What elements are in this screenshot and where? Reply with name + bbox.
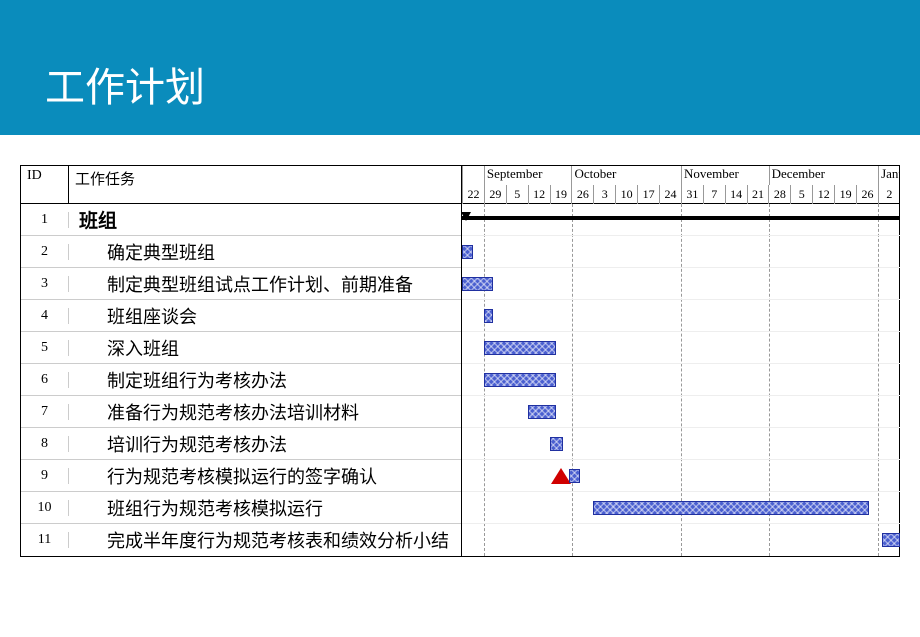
task-bar [462,277,493,291]
task-name: 确定典型班组 [69,239,461,265]
gantt-row [462,300,900,332]
task-bar [593,501,869,515]
col-id: ID [21,166,69,203]
task-id: 2 [21,244,69,260]
task-id: 5 [21,340,69,356]
table-row: 3制定典型班组试点工作计划、前期准备 [21,268,461,300]
week-label: 10 [615,185,637,204]
gantt-row [462,236,900,268]
gantt-row [462,204,900,236]
week-label: 2 [878,185,900,204]
table-row: 5深入班组 [21,332,461,364]
page-header: 工作计划 [0,0,920,135]
task-name: 行为规范考核模拟运行的签字确认 [69,463,461,489]
table-row: 8培训行为规范考核办法 [21,428,461,460]
task-name: 培训行为规范考核办法 [69,431,461,457]
gantt-row [462,268,900,300]
task-bar [528,405,556,419]
task-name: 深入班组 [69,335,461,361]
table-row: 1班组 [21,204,461,236]
table-header: ID 工作任务 [21,166,461,204]
gantt-row [462,492,900,524]
task-name: 完成半年度行为规范考核表和绩效分析小结 [69,527,461,553]
task-id: 4 [21,308,69,324]
task-id: 3 [21,276,69,292]
week-label: 3 [593,185,615,204]
week-label: 7 [703,185,725,204]
month-label: November [681,166,769,185]
task-table: ID 工作任务 1班组2确定典型班组3制定典型班组试点工作计划、前期准备4班组座… [21,166,462,556]
week-label: 31 [681,185,703,204]
week-label: 22 [462,185,484,204]
task-id: 7 [21,404,69,420]
task-id: 9 [21,468,69,484]
task-bar [569,469,580,483]
task-id: 8 [21,436,69,452]
task-name: 班组行为规范考核模拟运行 [69,495,461,521]
month-label [462,166,484,185]
week-label: 14 [725,185,747,204]
week-label: 29 [484,185,506,204]
gantt-row [462,524,900,556]
task-name: 班组 [69,206,461,233]
task-bar [882,533,900,547]
col-task: 工作任务 [69,166,461,203]
task-id: 1 [21,212,69,228]
task-bar [484,309,493,323]
timeline-panel: SeptemberOctoberNovemberDecemberJanu 222… [462,166,900,556]
month-label: December [769,166,879,185]
table-row: 9行为规范考核模拟运行的签字确认 [21,460,461,492]
month-label: October [571,166,681,185]
gantt-row [462,460,900,492]
week-label: 5 [790,185,812,204]
gantt-row [462,428,900,460]
task-id: 10 [21,500,69,516]
task-bar [484,373,556,387]
task-name: 制定典型班组试点工作计划、前期准备 [69,271,461,297]
week-label: 5 [506,185,528,204]
table-row: 6制定班组行为考核办法 [21,364,461,396]
task-name: 准备行为规范考核办法培训材料 [69,399,461,425]
table-row: 7准备行为规范考核办法培训材料 [21,396,461,428]
table-row: 11完成半年度行为规范考核表和绩效分析小结 [21,524,461,556]
gantt-row [462,396,900,428]
page-title: 工作计划 [45,55,875,113]
week-label: 24 [659,185,681,204]
gantt-row [462,364,900,396]
timeline-header: SeptemberOctoberNovemberDecemberJanu 222… [462,166,900,204]
task-name: 班组座谈会 [69,303,461,329]
week-label: 26 [856,185,878,204]
week-label: 19 [550,185,572,204]
week-label: 28 [768,185,790,204]
gantt-chart: ID 工作任务 1班组2确定典型班组3制定典型班组试点工作计划、前期准备4班组座… [0,135,920,577]
week-label: 19 [834,185,856,204]
task-id: 11 [21,532,69,548]
week-label: 21 [747,185,769,204]
milestone-icon [551,468,571,484]
task-id: 6 [21,372,69,388]
task-bar [462,245,473,259]
task-bar [550,437,563,451]
table-row: 10班组行为规范考核模拟运行 [21,492,461,524]
month-label: September [484,166,572,185]
task-bar [484,341,556,355]
task-name: 制定班组行为考核办法 [69,367,461,393]
gantt-row [462,332,900,364]
table-row: 4班组座谈会 [21,300,461,332]
week-label: 12 [812,185,834,204]
week-label: 26 [571,185,593,204]
month-label: Janu [878,166,900,185]
week-label: 12 [528,185,550,204]
summary-bar [462,216,900,220]
table-row: 2确定典型班组 [21,236,461,268]
week-label: 17 [637,185,659,204]
